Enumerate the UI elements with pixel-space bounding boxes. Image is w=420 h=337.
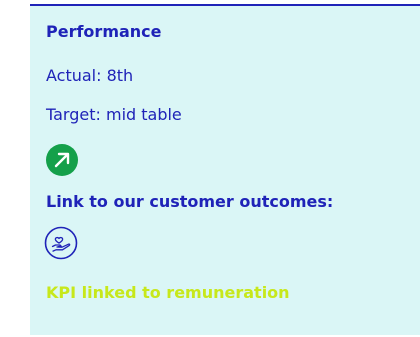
card-title: Performance bbox=[46, 22, 162, 41]
target-value: Target: mid table bbox=[46, 105, 182, 124]
hand-heart-icon bbox=[44, 226, 78, 260]
arrow-up-right-icon bbox=[46, 144, 78, 176]
kpi-remuneration-note: KPI linked to remuneration bbox=[46, 283, 290, 302]
performance-card: Performance Actual: 8th Target: mid tabl… bbox=[30, 4, 420, 335]
actual-value: Actual: 8th bbox=[46, 66, 134, 85]
customer-outcomes-heading: Link to our customer outcomes: bbox=[46, 192, 334, 211]
